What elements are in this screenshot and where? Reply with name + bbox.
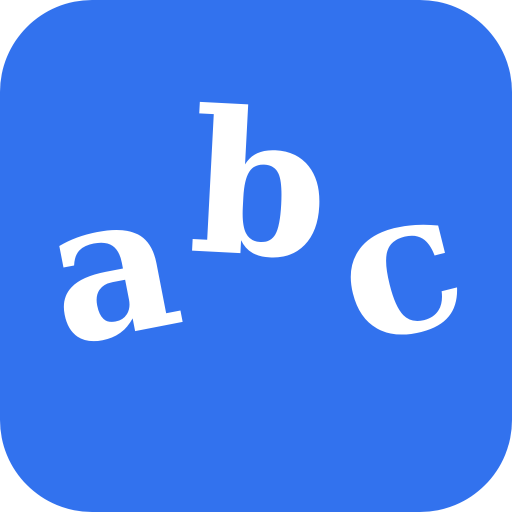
letter-c: c	[313, 138, 485, 391]
letter-a: a	[27, 141, 197, 392]
app-icon: a b c	[0, 0, 512, 512]
letter-b: b	[185, 67, 334, 305]
